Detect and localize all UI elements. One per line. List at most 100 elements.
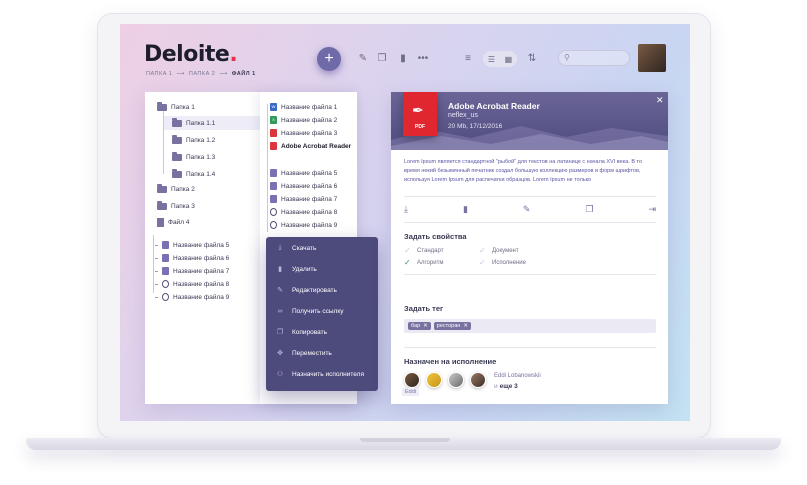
tag-chip[interactable]: бар ✕ <box>408 322 431 330</box>
plus-icon: + <box>324 50 334 67</box>
menu-item-copy[interactable]: ❐ Копировать <box>276 326 327 338</box>
menu-item-assign[interactable]: ⚇ Назначить исполнителя <box>276 368 364 380</box>
grid-view-icon[interactable]: ▦ <box>505 55 513 64</box>
file-list-item[interactable]: Название файла 6 <box>270 181 337 191</box>
tree-folder[interactable]: Папка 1 <box>157 101 195 112</box>
property-option[interactable]: ✓ Исполнение <box>479 258 526 267</box>
copy-icon[interactable]: ❐ <box>376 53 388 65</box>
search-input[interactable]: ⚲ <box>558 50 630 66</box>
close-icon[interactable]: ✕ <box>656 95 664 106</box>
pdf-file-icon <box>270 129 277 137</box>
menu-item-download[interactable]: ⤓ Скачать <box>276 242 316 254</box>
tag-input[interactable]: бар ✕ ресторан ✕ <box>404 319 656 333</box>
sort-icon[interactable]: ⇅ <box>526 53 538 65</box>
tree-file[interactable]: Название файла 5 <box>155 240 229 250</box>
tree-file[interactable]: Название файла 9 <box>155 292 229 302</box>
disk-file-icon <box>162 293 169 301</box>
tree-file[interactable]: Название файла 6 <box>155 253 229 263</box>
user-avatar[interactable] <box>638 44 666 72</box>
filter-icon[interactable]: ≡ <box>462 53 474 65</box>
tree-folder[interactable]: Папка 1.1 <box>172 117 215 128</box>
copy-icon: ❐ <box>276 329 284 336</box>
tree-bullet <box>155 244 158 246</box>
tree-folder[interactable]: Папка 3 <box>157 200 195 211</box>
assignee-avatar[interactable] <box>470 372 486 388</box>
pdf-file-icon <box>270 142 277 150</box>
tree-folder[interactable]: Папка 1.2 <box>172 134 215 145</box>
file-list-item-selected[interactable]: Adobe Acrobat Reader <box>270 141 351 151</box>
list-view-icon[interactable]: ☰ <box>488 55 495 64</box>
more-icon[interactable]: ••• <box>417 53 429 65</box>
tree-file[interactable]: Название файла 7 <box>155 266 229 276</box>
file-list-item[interactable]: W Название файла 1 <box>270 102 337 112</box>
file-list-item[interactable]: Название файла 7 <box>270 194 337 204</box>
breadcrumb: ПАПКА 1 ⟶ ПАПКА 2 ⟶ ФАЙЛ 1 <box>146 71 256 77</box>
menu-item-get-link[interactable]: ∞ Получить ссылку <box>276 305 344 317</box>
sync-file-icon <box>162 280 169 288</box>
menu-item-move[interactable]: ✥ Переместить <box>276 347 332 359</box>
file-type-label: PDF <box>415 124 425 130</box>
tree-file-label: Название файла 9 <box>173 293 230 301</box>
file-details-panel: ✒ PDF Adobe Acrobat Reader neflex_us 20 … <box>391 92 668 404</box>
add-button[interactable]: + <box>317 47 341 71</box>
remove-tag-icon[interactable]: ✕ <box>463 323 468 329</box>
breadcrumb-item[interactable]: ПАПКА 1 <box>146 71 172 77</box>
file-list-item[interactable]: X Название файла 2 <box>270 115 337 125</box>
folder-icon <box>172 134 182 144</box>
property-option[interactable]: ✓ Стандарт <box>404 246 443 255</box>
property-option[interactable]: ✓ Документ <box>479 246 519 255</box>
pencil-icon[interactable]: ✎ <box>523 204 531 215</box>
file-list-item[interactable]: Название файла 9 <box>270 220 337 230</box>
tag-chip[interactable]: ресторан ✕ <box>433 322 471 330</box>
menu-item-label: Копировать <box>292 328 327 336</box>
check-icon: ✓ <box>404 246 411 255</box>
file-title: Adobe Acrobat Reader <box>448 101 540 111</box>
tree-file-label: Файл 4 <box>168 218 190 226</box>
check-icon: ✓ <box>479 258 486 267</box>
more-assignees-link[interactable]: и еще 3 <box>494 383 518 390</box>
delete-icon[interactable]: ▮ <box>397 53 409 65</box>
app-screen: Deloite. ПАПКА 1 ⟶ ПАПКА 2 ⟶ ФАЙЛ 1 + ✎ … <box>120 24 690 421</box>
trash-icon[interactable]: ▮ <box>463 204 468 215</box>
file-icon <box>157 217 164 227</box>
tree-bullet <box>155 296 158 298</box>
assignee-avatar[interactable] <box>404 372 420 388</box>
property-option-checked[interactable]: ✓ Алгоритм <box>404 258 443 267</box>
assignee-avatar[interactable] <box>448 372 464 388</box>
edit-icon[interactable]: ✎ <box>357 53 369 65</box>
video-file-icon <box>270 195 277 203</box>
menu-item-delete[interactable]: ▮ Удалить <box>276 263 317 275</box>
divider <box>404 222 656 223</box>
properties-title: Задать свойства <box>404 232 467 241</box>
tree-file[interactable]: Название файла 8 <box>155 279 229 289</box>
sync-file-icon <box>270 208 277 216</box>
copy-icon[interactable]: ❐ <box>585 204 593 215</box>
check-icon: ✓ <box>479 246 486 255</box>
divider <box>404 347 656 348</box>
assignee-avatar[interactable] <box>426 372 442 388</box>
assigned-title: Назначен на исполнение <box>404 357 497 366</box>
menu-item-edit[interactable]: ✎ Редактировать <box>276 284 337 296</box>
breadcrumb-item[interactable]: ПАПКА 2 <box>189 71 215 77</box>
brand-dot: . <box>229 42 238 67</box>
tree-file-label: Название файла 7 <box>173 267 230 275</box>
tree-folder[interactable]: Папка 1.3 <box>172 151 215 162</box>
tree-file-label: Название файла 5 <box>173 241 230 249</box>
tree-folder[interactable]: Папка 1.4 <box>172 168 215 179</box>
tree-folder[interactable]: Папка 2 <box>157 183 195 194</box>
file-label: Название файла 9 <box>281 221 338 229</box>
download-icon[interactable]: ⤓ <box>404 204 408 215</box>
laptop-notch <box>360 438 450 442</box>
file-list-item[interactable]: Название файла 3 <box>270 128 337 138</box>
tree-connector <box>153 235 154 293</box>
export-icon[interactable]: ⇥ <box>648 204 656 215</box>
tree-file[interactable]: Файл 4 <box>157 217 189 227</box>
remove-tag-icon[interactable]: ✕ <box>423 323 428 329</box>
document-icon <box>270 169 277 177</box>
folder-icon <box>172 151 182 161</box>
pdf-badge: ✒ PDF <box>403 92 437 136</box>
file-list-item[interactable]: Название файла 8 <box>270 207 337 217</box>
property-label: Документ <box>492 247 519 254</box>
file-list-item[interactable]: Название файла 5 <box>270 168 337 178</box>
file-label: Название файла 1 <box>281 103 338 111</box>
